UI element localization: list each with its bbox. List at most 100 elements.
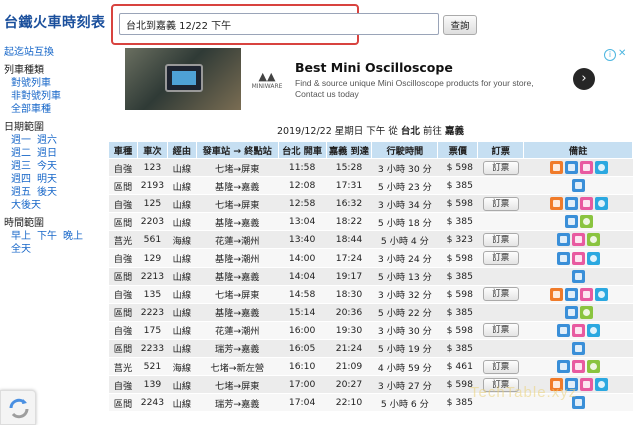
cell-arr: 17:24 — [326, 248, 372, 268]
cell-dur: 5 小時 6 分 — [371, 393, 438, 413]
cell-dur: 5 小時 23 分 — [371, 176, 438, 196]
cell-no: 129 — [137, 248, 168, 268]
table-row: 莒光 521 海線 七堵→新左營 16:10 21:09 4 小時 59 分 $ 461 訂票 — [108, 357, 633, 377]
book-ticket-button[interactable]: 訂票 — [482, 232, 519, 247]
cell-arr: 15:28 — [326, 158, 372, 178]
train-type-all[interactable]: 全部車種 — [4, 103, 104, 116]
cell-via: 山線 — [167, 285, 197, 304]
sidebar: 起迄站互換 列車種類 對號列車 非對號列車 全部車種 日期範圍 週一 週六 週二週… — [4, 46, 104, 256]
date-link[interactable]: 週日 — [37, 147, 57, 160]
wheelchair-icon — [594, 161, 608, 175]
date-link[interactable]: 週四 — [11, 173, 31, 186]
cell-via: 山線 — [167, 339, 197, 359]
date-link[interactable]: 後天 — [37, 186, 57, 199]
cell-price: $ 598 — [437, 285, 478, 304]
book-ticket-button[interactable]: 訂票 — [482, 196, 519, 211]
column-header: 嘉義 到達 — [325, 141, 373, 159]
cell-dep: 16:05 — [278, 339, 327, 359]
date-link[interactable]: 大後天 — [11, 199, 41, 212]
bus-icon — [557, 360, 571, 374]
cell-via: 山線 — [167, 212, 197, 232]
time-link[interactable]: 全天 — [11, 243, 31, 256]
cell-notes — [523, 176, 633, 196]
cell-arr: 20:27 — [326, 375, 372, 395]
book-ticket-button[interactable]: 訂票 — [482, 251, 519, 266]
date-row: 週三 今天 — [4, 160, 104, 173]
cell-dep: 15:14 — [278, 303, 327, 322]
ad-image — [125, 48, 241, 110]
book-ticket-button[interactable]: 訂票 — [482, 160, 519, 175]
cell-type: 區間 — [108, 303, 138, 322]
cell-book: 訂票 — [477, 158, 524, 178]
family-icon — [572, 323, 586, 337]
time-row: 全天 — [4, 243, 104, 256]
cell-price: $ 598 — [437, 321, 478, 340]
cell-route: 基隆→嘉義 — [196, 303, 279, 322]
cell-no: 2223 — [137, 303, 168, 322]
cell-price: $ 385 — [437, 212, 478, 232]
date-link[interactable]: 週二 — [11, 147, 31, 160]
oscilloscope-image — [165, 64, 203, 92]
date-row: 週二 週日 — [4, 147, 104, 160]
bus-icon — [572, 269, 586, 283]
table-row: 自強 135 山線 七堵→屏東 14:58 18:30 3 小時 32 分 $ 598 訂票 — [108, 285, 633, 304]
wheelchair-icon — [594, 287, 608, 301]
cell-dur: 5 小時 19 分 — [371, 339, 438, 359]
time-link[interactable]: 下午 — [37, 230, 57, 243]
bus-icon — [557, 251, 571, 265]
date-link[interactable]: 週三 — [11, 160, 31, 173]
family-icon — [579, 197, 593, 211]
book-ticket-button[interactable]: 訂票 — [482, 287, 519, 302]
site-title[interactable]: 台鐵火車時刻表 — [4, 12, 106, 32]
cell-type: 區間 — [108, 339, 138, 359]
train-type-reserved[interactable]: 對號列車 — [4, 77, 104, 90]
date-link[interactable]: 週一 — [11, 134, 31, 147]
book-ticket-button[interactable]: 訂票 — [482, 323, 519, 338]
ad-description: Find & source unique Mini Oscilloscope p… — [295, 78, 534, 99]
cell-type: 區間 — [108, 212, 138, 232]
date-link[interactable]: 今天 — [37, 160, 57, 173]
swap-stations-link[interactable]: 起迄站互換 — [4, 46, 104, 59]
cell-dep: 16:10 — [278, 357, 327, 377]
cell-route: 七堵→屏東 — [196, 194, 279, 214]
chevron-right-icon[interactable]: › — [573, 68, 595, 90]
cell-book: 訂票 — [477, 194, 524, 214]
cell-dep: 13:40 — [278, 230, 327, 250]
wheelchair-icon — [594, 378, 608, 392]
time-link[interactable]: 早上 — [11, 230, 31, 243]
cell-type: 自強 — [108, 375, 138, 395]
cell-price: $ 461 — [437, 357, 478, 377]
train-type-unreserved[interactable]: 非對號列車 — [4, 90, 104, 103]
cell-dur: 5 小時 4 分 — [371, 230, 438, 250]
cell-dur: 3 小時 27 分 — [371, 375, 438, 395]
cell-arr: 21:09 — [326, 357, 372, 377]
family-icon — [572, 360, 586, 374]
table-row: 自強 175 山線 花蓮→潮州 16:00 19:30 3 小時 30 分 $ 598 訂票 — [108, 321, 633, 340]
wheelchair-icon — [594, 197, 608, 211]
table-row: 區間 2203 山線 基隆→嘉義 13:04 18:22 5 小時 18 分 $ 385 — [108, 212, 633, 232]
cell-arr: 19:17 — [326, 267, 372, 286]
search-button[interactable]: 查詢 — [443, 15, 477, 35]
ad-title[interactable]: Best Mini Oscilloscope — [295, 60, 453, 75]
book-ticket-button[interactable]: 訂票 — [482, 359, 519, 374]
date-mid: 前往 — [422, 126, 442, 137]
cell-type: 莒光 — [108, 230, 138, 250]
cell-price: $ 598 — [437, 248, 478, 268]
recaptcha-icon — [9, 398, 29, 419]
bento-icon — [549, 197, 563, 211]
info-icon[interactable]: i — [604, 49, 616, 61]
cell-book — [477, 212, 524, 232]
search-input[interactable] — [119, 13, 439, 35]
column-header: 台北 開車 — [277, 141, 327, 159]
ad-banner[interactable]: ▲▲ MINIWARE Best Mini Oscilloscope Find … — [125, 48, 631, 110]
date-link[interactable]: 週五 — [11, 186, 31, 199]
date-link[interactable]: 週六 — [37, 134, 57, 147]
cell-notes — [523, 321, 633, 340]
time-link[interactable]: 晚上 — [63, 230, 83, 243]
date-link[interactable]: 明天 — [37, 173, 57, 186]
family-icon — [579, 378, 593, 392]
cell-price: $ 385 — [437, 339, 478, 359]
recaptcha-badge[interactable] — [0, 390, 36, 425]
close-icon[interactable]: ✕ — [618, 48, 626, 59]
cell-notes — [523, 230, 633, 250]
